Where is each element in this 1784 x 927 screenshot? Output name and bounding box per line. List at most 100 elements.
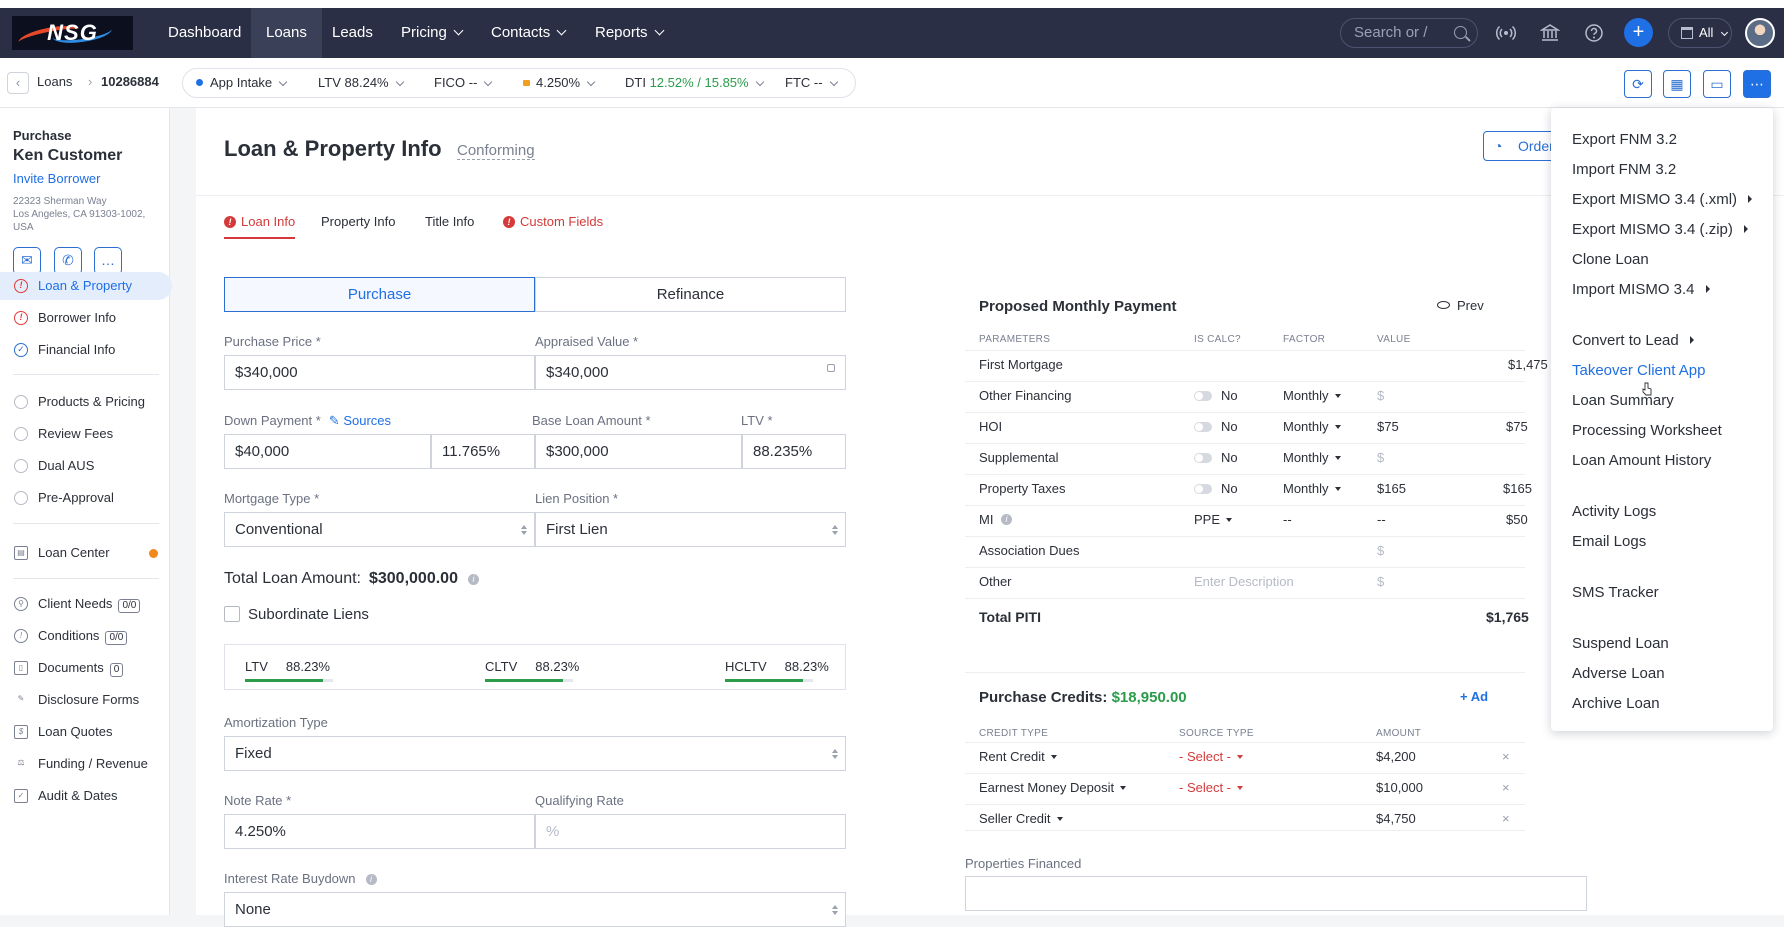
create-new-button[interactable]: + <box>1624 18 1653 47</box>
menu-item-takeover-client-app[interactable]: Takeover Client App <box>1572 362 1705 379</box>
nav-pricing[interactable]: Pricing <box>386 8 477 58</box>
dti-pill[interactable]: DTI 12.52% / 15.85% <box>625 75 764 90</box>
sidebar-item-loan-center[interactable]: ▤ Loan Center <box>0 539 172 567</box>
down-payment-percent-input[interactable]: 11.765% <box>431 434 535 469</box>
qualifying-rate-input[interactable]: % <box>535 814 846 849</box>
nav-leads[interactable]: Leads <box>317 8 388 58</box>
menu-item-activity-logs[interactable]: Activity Logs <box>1572 503 1656 520</box>
value-input[interactable]: $ <box>1377 388 1384 403</box>
preview-button[interactable]: Prev <box>1437 298 1484 313</box>
base-loan-amount-input[interactable]: $300,000 <box>535 434 742 469</box>
remove-credit-icon[interactable]: × <box>1502 749 1510 764</box>
calc-toggle[interactable]: No <box>1194 419 1238 434</box>
refresh-button[interactable]: ⟳ <box>1624 70 1652 98</box>
calc-toggle[interactable]: No <box>1194 481 1238 496</box>
remove-credit-icon[interactable]: × <box>1502 780 1510 795</box>
factor-select[interactable]: Monthly <box>1283 388 1341 403</box>
sidebar-item-documents[interactable]: ▯ Documents 0 <box>0 654 172 682</box>
amortization-type-select[interactable]: Fixed <box>224 736 846 771</box>
sidebar-item-borrower-info[interactable]: ! Borrower Info <box>0 304 172 332</box>
info-icon[interactable]: i <box>365 874 377 885</box>
sidebar-item-loan-property[interactable]: ! Loan & Property <box>0 272 172 300</box>
menu-item-suspend-loan[interactable]: Suspend Loan <box>1572 635 1669 652</box>
menu-item-sms-tracker[interactable]: SMS Tracker <box>1572 584 1659 601</box>
value-input[interactable]: $ <box>1377 450 1384 465</box>
value-input[interactable]: $75 <box>1377 419 1399 434</box>
breadcrumb-loans[interactable]: Loans <box>37 74 72 89</box>
back-button[interactable]: ‹ <box>7 72 29 94</box>
sidebar-item-loan-quotes[interactable]: $ Loan Quotes <box>0 718 172 746</box>
nav-loans[interactable]: Loans <box>251 8 322 58</box>
menu-item-export-mismo-zip[interactable]: Export MISMO 3.4 (.zip) <box>1572 221 1748 238</box>
note-rate-input[interactable]: 4.250% <box>224 814 535 849</box>
subordinate-liens-checkbox[interactable] <box>224 606 240 622</box>
global-search-input[interactable]: Search or / <box>1340 18 1478 48</box>
sidebar-item-dual-aus[interactable]: Dual AUS <box>0 452 172 480</box>
menu-item-import-fnm[interactable]: Import FNM 3.2 <box>1572 161 1676 178</box>
mortgage-type-select[interactable]: Conventional <box>224 512 535 547</box>
menu-item-loan-summary[interactable]: Loan Summary <box>1572 392 1674 409</box>
sidebar-item-financial-info[interactable]: ✓ Financial Info <box>0 336 172 364</box>
credit-type-select[interactable]: Seller Credit <box>979 811 1063 826</box>
more-actions-button[interactable]: ⋯ <box>1743 70 1771 98</box>
menu-item-convert-to-lead[interactable]: Convert to Lead <box>1572 332 1694 349</box>
borrower-name[interactable]: Ken Customer <box>13 147 122 165</box>
down-payment-input[interactable]: $40,000 <box>224 434 431 469</box>
messages-button[interactable]: ▭ <box>1703 70 1731 98</box>
value-input[interactable]: $ <box>1377 543 1384 558</box>
calc-toggle[interactable]: No <box>1194 450 1238 465</box>
rate-pill[interactable]: 4.250% <box>523 75 596 90</box>
source-type-select[interactable]: - Select - <box>1179 749 1244 764</box>
ltv-pill[interactable]: LTV 88.24% <box>318 75 404 90</box>
bank-icon[interactable] <box>1539 23 1561 43</box>
info-icon[interactable]: i <box>1001 514 1012 525</box>
user-avatar[interactable] <box>1745 18 1775 48</box>
email-button[interactable]: ✉ <box>13 247 41 275</box>
nav-contacts[interactable]: Contacts <box>476 8 580 58</box>
menu-item-adverse-loan[interactable]: Adverse Loan <box>1572 665 1665 682</box>
other-description-input[interactable]: Enter Description <box>1194 574 1294 589</box>
sidebar-item-client-needs[interactable]: ⚲ Client Needs 0/0 <box>0 590 172 618</box>
credit-type-select[interactable]: Rent Credit <box>979 749 1057 764</box>
fico-pill[interactable]: FICO -- <box>434 75 493 90</box>
sources-link[interactable]: ✎ Sources <box>329 413 391 428</box>
properties-financed-input[interactable] <box>965 876 1587 911</box>
appraised-value-input[interactable]: $340,000 <box>535 355 846 390</box>
sidebar-item-funding-revenue[interactable]: ⚖ Funding / Revenue <box>0 750 172 778</box>
menu-item-clone-loan[interactable]: Clone Loan <box>1572 251 1649 268</box>
factor-select[interactable]: Monthly <box>1283 481 1341 496</box>
menu-item-email-logs[interactable]: Email Logs <box>1572 533 1646 550</box>
calc-toggle[interactable]: No <box>1194 388 1238 403</box>
info-icon[interactable]: i <box>467 574 479 585</box>
menu-item-export-mismo-xml[interactable]: Export MISMO 3.4 (.xml) <box>1572 191 1753 208</box>
sms-button[interactable]: … <box>94 247 122 275</box>
help-icon[interactable] <box>1584 23 1604 43</box>
lien-position-select[interactable]: First Lien <box>535 512 846 547</box>
sidebar-item-review-fees[interactable]: Review Fees <box>0 420 172 448</box>
menu-item-processing-worksheet[interactable]: Processing Worksheet <box>1572 422 1722 439</box>
factor-select[interactable]: Monthly <box>1283 419 1341 434</box>
unlock-icon[interactable] <box>827 364 835 372</box>
calendar-button[interactable]: ▦ <box>1663 70 1691 98</box>
sidebar-item-pre-approval[interactable]: Pre-Approval <box>0 484 172 512</box>
value-input[interactable]: $ <box>1377 574 1384 589</box>
nsg-logo[interactable]: NSG <box>12 16 133 50</box>
ltv-input[interactable]: 88.235% <box>742 434 846 469</box>
mi-calc-select[interactable]: PPE <box>1194 512 1233 527</box>
refinance-toggle[interactable]: Refinance <box>535 277 846 312</box>
scope-select[interactable]: All <box>1668 18 1732 48</box>
sidebar-item-disclosure-forms[interactable]: ✎ Disclosure Forms <box>0 686 172 714</box>
value-input[interactable]: $165 <box>1377 481 1406 496</box>
interest-rate-buydown-select[interactable]: None <box>224 892 846 927</box>
source-type-select[interactable]: - Select - <box>1179 780 1244 795</box>
credit-type-select[interactable]: Earnest Money Deposit <box>979 780 1127 795</box>
add-credit-button[interactable]: + Ad <box>1460 689 1488 704</box>
menu-item-export-fnm[interactable]: Export FNM 3.2 <box>1572 131 1677 148</box>
purchase-price-input[interactable]: $340,000 <box>224 355 535 390</box>
nav-dashboard[interactable]: Dashboard <box>153 8 256 58</box>
menu-item-archive-loan[interactable]: Archive Loan <box>1572 695 1660 712</box>
menu-item-loan-amount-history[interactable]: Loan Amount History <box>1572 452 1711 469</box>
sidebar-item-conditions[interactable]: ! Conditions 0/0 <box>0 622 172 650</box>
call-button[interactable]: ✆ <box>54 247 82 275</box>
invite-borrower-link[interactable]: Invite Borrower <box>13 171 100 186</box>
